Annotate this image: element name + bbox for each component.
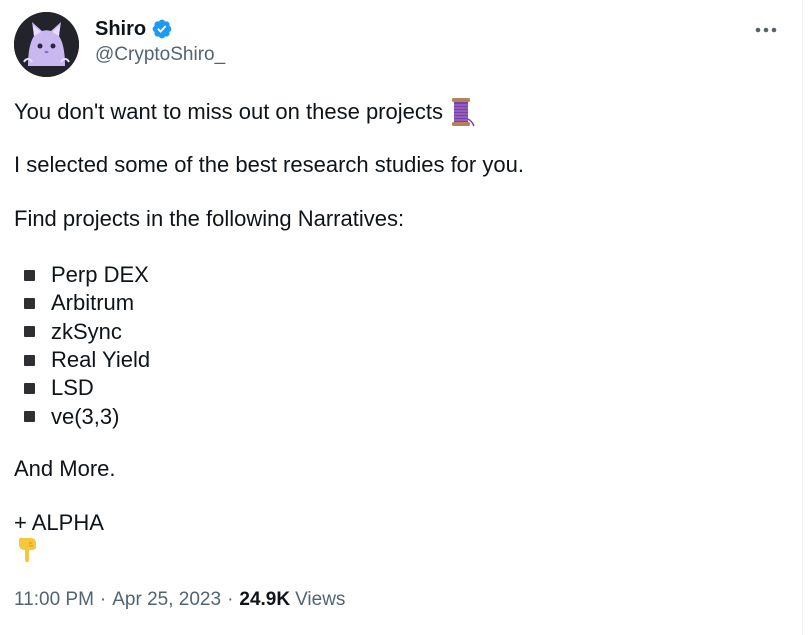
narrative-label: Perp DEX [51, 262, 149, 288]
column-divider [802, 0, 803, 635]
square-bullet-icon [24, 326, 35, 338]
views-count[interactable]: 24.9K [239, 589, 290, 611]
narratives-list: Perp DEX Arbitrum zkSync Real Yield LSD … [14, 261, 150, 431]
author-handle[interactable]: @CryptoShiro_ [95, 44, 225, 66]
meta-separator: · [227, 589, 234, 610]
square-bullet-icon [24, 269, 35, 281]
tweet-line-4: And More. [14, 456, 116, 481]
list-item: Perp DEX [14, 261, 150, 289]
narrative-label: ve(3,3) [51, 403, 120, 429]
square-bullet-icon [24, 354, 35, 366]
narrative-label: zkSync [51, 318, 122, 344]
tweet-time[interactable]: 11:00 PM [14, 589, 94, 611]
square-bullet-icon [24, 382, 35, 394]
square-bullet-icon [24, 297, 35, 309]
narrative-label: LSD [51, 375, 94, 401]
author-name-row: Shiro [95, 16, 173, 42]
narrative-label: Arbitrum [51, 290, 135, 316]
verified-badge-icon [151, 18, 173, 40]
list-item: ve(3,3) [14, 402, 150, 430]
tweet-line-5: + ALPHA [14, 510, 104, 535]
list-item: zkSync [14, 318, 150, 346]
tweet-line-1: You don't want to miss out on these proj… [14, 97, 794, 127]
meta-separator: · [99, 589, 107, 610]
views-label: Views [295, 589, 346, 610]
narrative-label: Real Yield [51, 347, 151, 373]
list-item: LSD [14, 374, 150, 402]
square-bullet-icon [24, 411, 35, 423]
tweet-line-3: Find projects in the following Narrative… [14, 206, 405, 231]
list-item: Arbitrum [14, 289, 150, 317]
tweet-date[interactable]: Apr 25, 2023 [112, 589, 221, 611]
cat-avatar-icon [14, 12, 79, 77]
tweet-card: Shiro @CryptoShiro_ You don't want to mi… [0, 0, 811, 635]
tweet-line-2: I selected some of the best research stu… [14, 152, 524, 177]
tweet-meta: 11:00 PM · Apr 25, 2023 · 24.9K Views [14, 589, 345, 611]
backhand-index-pointing-down-emoji-icon [16, 536, 38, 564]
more-horizontal-icon [755, 27, 777, 33]
author-display-name[interactable]: Shiro [95, 18, 146, 41]
thread-spool-emoji-icon [449, 97, 475, 127]
list-item: Real Yield [14, 346, 150, 374]
tweet-text-intro: You don't want to miss out on these proj… [14, 99, 443, 124]
more-options-button[interactable] [748, 16, 784, 44]
author-avatar[interactable] [14, 12, 79, 77]
